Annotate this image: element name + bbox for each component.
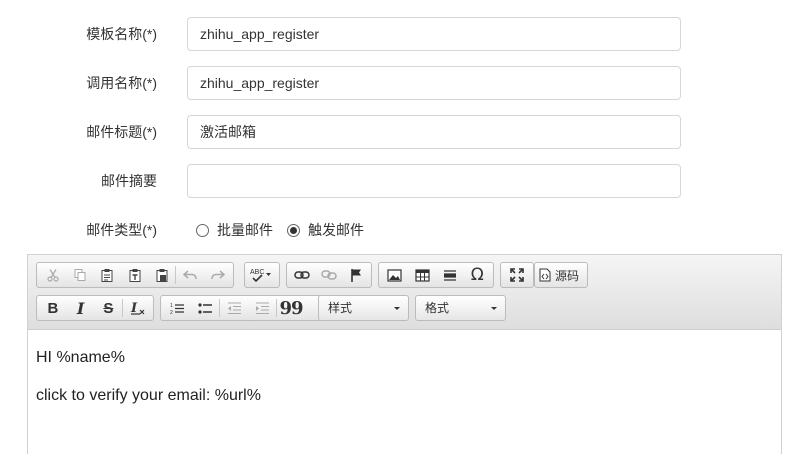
maximize-icon[interactable]: [503, 264, 531, 286]
link-icon[interactable]: [289, 264, 316, 286]
anchor-icon[interactable]: [342, 264, 369, 286]
radio-batch-mail-label: 批量邮件: [217, 222, 273, 238]
cut-icon[interactable]: [39, 264, 66, 286]
mail-type-radio-group: 批量邮件 触发邮件: [196, 213, 378, 247]
horizontal-rule-icon[interactable]: [436, 264, 464, 286]
form-row-mail-subject: 邮件标题(*): [0, 115, 812, 149]
radio-trigger-mail[interactable]: 触发邮件: [287, 220, 364, 240]
source-button[interactable]: 源码: [534, 262, 588, 288]
maximize-group: [500, 262, 534, 288]
mail-summary-label: 邮件摘要: [101, 173, 157, 189]
radio-batch-mail[interactable]: 批量邮件: [196, 220, 273, 240]
italic-icon[interactable]: I: [67, 297, 95, 319]
bulleted-list-icon[interactable]: [191, 297, 219, 319]
svg-text:2: 2: [170, 310, 173, 315]
numbered-list-icon[interactable]: 12: [163, 297, 191, 319]
mail-subject-input[interactable]: [187, 115, 681, 149]
paste-text-icon[interactable]: [121, 264, 148, 286]
outdent-icon[interactable]: [220, 297, 248, 319]
table-icon[interactable]: [409, 264, 437, 286]
bold-icon[interactable]: B: [39, 297, 67, 319]
call-name-label: 调用名称(*): [86, 75, 157, 91]
chevron-down-icon: [491, 307, 497, 310]
remove-format-icon[interactable]: I: [123, 297, 151, 319]
content-line-greeting: HI %name%: [36, 349, 125, 366]
undo-icon[interactable]: [176, 264, 203, 286]
copy-icon[interactable]: [66, 264, 93, 286]
rich-text-editor: ABC Ω 源码 B I S I 1 2 99 样式 格式 HI %name% …: [27, 254, 782, 454]
template-name-input[interactable]: [187, 17, 681, 51]
mail-summary-input[interactable]: [187, 164, 681, 198]
editor-content-area[interactable]: HI %name% click to verify your email: %u…: [28, 330, 797, 406]
paste-icon[interactable]: [94, 264, 121, 286]
styles-dropdown[interactable]: 样式: [318, 295, 409, 321]
paragraph-group: 12 99: [160, 295, 340, 321]
radio-trigger-mail-circle[interactable]: [287, 223, 300, 237]
basic-styles-group: B I S I: [36, 295, 154, 321]
radio-batch-mail-circle[interactable]: [196, 223, 209, 237]
styles-dropdown-label: 样式: [328, 301, 353, 315]
form-row-mail-summary: 邮件摘要: [0, 164, 812, 198]
content-line-verify: click to verify your email: %url%: [36, 387, 261, 404]
spellcheck-group: ABC: [244, 262, 280, 288]
chevron-down-icon: [394, 307, 400, 310]
source-label: 源码: [555, 268, 580, 283]
call-name-input[interactable]: [187, 66, 681, 100]
clipboard-group: [36, 262, 234, 288]
unlink-icon[interactable]: [316, 264, 343, 286]
image-icon[interactable]: [381, 264, 409, 286]
strike-icon[interactable]: S: [95, 297, 123, 319]
form-row-call-name: 调用名称(*): [0, 66, 812, 100]
blockquote-icon[interactable]: 99: [277, 297, 305, 319]
mail-subject-label: 邮件标题(*): [86, 124, 157, 140]
radio-trigger-mail-label: 触发邮件: [308, 222, 364, 238]
indent-icon[interactable]: [248, 297, 276, 319]
form-row-mail-type: 邮件类型(*) 批量邮件 触发邮件: [0, 213, 812, 247]
mail-type-label: 邮件类型(*): [86, 222, 157, 238]
format-dropdown-label: 格式: [425, 301, 450, 315]
redo-icon[interactable]: [204, 264, 231, 286]
links-group: [286, 262, 372, 288]
svg-text:1: 1: [170, 303, 173, 309]
template-name-label: 模板名称(*): [86, 26, 157, 42]
editor-toolbar: ABC Ω 源码 B I S I 1 2 99 样式 格式: [28, 255, 781, 330]
svg-text:ABC: ABC: [250, 269, 264, 276]
spellcheck-icon[interactable]: ABC: [247, 264, 277, 286]
source-icon: [539, 268, 551, 282]
paste-word-icon[interactable]: [148, 264, 175, 286]
special-char-icon[interactable]: Ω: [464, 264, 492, 286]
format-dropdown[interactable]: 格式: [415, 295, 506, 321]
form-row-template-name: 模板名称(*): [0, 17, 812, 51]
insert-group: Ω: [378, 262, 494, 288]
